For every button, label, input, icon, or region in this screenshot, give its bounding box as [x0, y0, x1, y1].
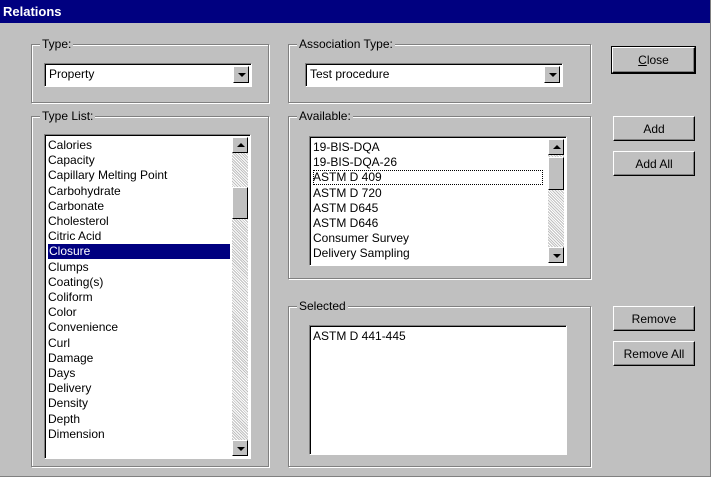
list-item[interactable]: Depth: [48, 412, 80, 427]
list-item[interactable]: ASTM D 441-445: [313, 329, 406, 344]
list-item[interactable]: Density: [48, 396, 88, 411]
list-item[interactable]: Carbohydrate: [48, 184, 121, 199]
chevron-down-icon: [549, 73, 557, 77]
list-item[interactable]: ASTM D645: [313, 201, 378, 216]
add-button-label: Add: [643, 121, 665, 136]
remove-all-button[interactable]: Remove All: [613, 341, 695, 366]
list-item[interactable]: Curl: [48, 336, 70, 351]
available-list[interactable]: Delivery Sampling Consumer Survey ASTM D64…: [309, 136, 567, 266]
triangle-down-icon: [553, 254, 561, 258]
triangle-up-icon: [237, 143, 245, 147]
type-list[interactable]: Dimension Depth Density Delivery Days Damage C…: [44, 134, 251, 459]
list-item[interactable]: Convenience: [48, 320, 118, 335]
list-item[interactable]: Closure: [48, 244, 230, 260]
type-list-group: Type List: Dimension Depth Density Delivery…: [31, 109, 269, 467]
list-item[interactable]: Delivery: [48, 381, 91, 396]
triangle-up-icon: [553, 145, 561, 149]
type-list-scroll-up-button[interactable]: [232, 137, 248, 153]
list-item[interactable]: Consumer Survey: [313, 231, 409, 246]
selected-label: Selected: [297, 299, 348, 313]
type-label: Type:: [40, 37, 74, 51]
list-item[interactable]: Damage: [48, 351, 93, 366]
list-item[interactable]: 19-BIS-DQA-26: [313, 155, 397, 170]
selected-list[interactable]: ASTM D 441-445: [309, 325, 567, 455]
list-item[interactable]: Color: [48, 305, 77, 320]
list-item[interactable]: 19-BIS-DQA: [313, 140, 380, 155]
association-type-dropdown[interactable]: Test procedure: [305, 63, 563, 87]
list-item[interactable]: Coliform: [48, 290, 93, 305]
available-list-scrollbar[interactable]: [548, 139, 564, 263]
type-dropdown-button[interactable]: [233, 66, 249, 83]
association-type-group: Association Type: Test procedure: [288, 37, 591, 103]
relations-dialog: Relations Type: Property Type List: Dime…: [0, 0, 711, 477]
list-item[interactable]: Cholesterol: [48, 214, 109, 229]
type-list-scroll-thumb[interactable]: [232, 187, 248, 219]
list-item[interactable]: Dimension: [48, 427, 105, 442]
close-button-label: Close: [638, 53, 669, 67]
list-item[interactable]: Capillary Melting Point: [48, 168, 167, 183]
list-item[interactable]: ASTM D646: [313, 216, 378, 231]
list-item[interactable]: Days: [48, 366, 75, 381]
remove-all-button-label: Remove All: [623, 346, 685, 361]
chevron-down-icon: [238, 73, 246, 77]
list-item[interactable]: Delivery Sampling: [313, 246, 410, 261]
list-item[interactable]: Citric Acid: [48, 229, 101, 244]
type-list-scrollbar[interactable]: [232, 137, 248, 456]
add-button[interactable]: Add: [613, 116, 695, 141]
remove-button-label: Remove: [631, 311, 677, 326]
list-item[interactable]: ASTM D 409: [313, 170, 543, 186]
type-list-scroll-down-button[interactable]: [232, 440, 248, 456]
add-all-button[interactable]: Add All: [613, 151, 695, 176]
available-list-scroll-up-button[interactable]: [548, 139, 564, 155]
triangle-down-icon: [237, 447, 245, 451]
title-bar: Relations: [0, 0, 710, 23]
association-type-label: Association Type:: [297, 37, 395, 51]
available-list-scroll-thumb[interactable]: [548, 157, 564, 190]
available-label: Available:: [297, 109, 353, 123]
remove-button[interactable]: Remove: [613, 306, 695, 331]
list-item[interactable]: ASTM D 720: [313, 186, 382, 201]
type-group: Type: Property: [31, 37, 269, 103]
list-item[interactable]: Clumps: [48, 260, 89, 275]
available-list-scroll-down-button[interactable]: [548, 247, 564, 263]
list-item[interactable]: Capacity: [48, 153, 95, 168]
association-type-dropdown-button[interactable]: [544, 66, 560, 83]
association-type-value: Test procedure: [310, 67, 390, 81]
selected-group: Selected ASTM D 441-445: [288, 299, 591, 467]
type-value: Property: [49, 67, 95, 81]
list-item[interactable]: Coating(s): [48, 275, 103, 290]
list-item[interactable]: Calories: [48, 138, 92, 153]
close-button[interactable]: Close: [611, 46, 696, 74]
list-item[interactable]: Carbonate: [48, 199, 104, 214]
window-title: Relations: [3, 4, 62, 19]
add-all-button-label: Add All: [635, 156, 673, 171]
type-list-label: Type List:: [40, 109, 96, 123]
available-group: Available: Delivery Sampling Consumer Sur…: [288, 109, 591, 279]
type-dropdown[interactable]: Property: [44, 63, 252, 87]
